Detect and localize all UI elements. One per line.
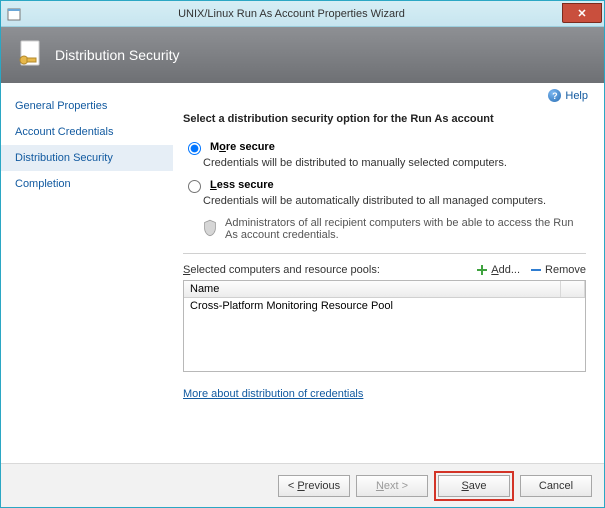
option-more-secure-title: More secure <box>210 141 275 153</box>
divider <box>183 253 586 254</box>
window-title: UNIX/Linux Run As Account Properties Wiz… <box>21 8 562 20</box>
help-label: Help <box>565 90 588 102</box>
add-button[interactable]: Add... <box>476 264 520 276</box>
admin-note-text: Administrators of all recipient computer… <box>225 217 586 241</box>
shield-icon <box>203 217 217 239</box>
nav-panel: General Properties Account Credentials D… <box>1 83 173 463</box>
banner-heading: Distribution Security <box>55 47 180 63</box>
grid-header: Name <box>184 281 585 298</box>
col-spacer <box>561 281 585 297</box>
table-row[interactable]: Cross-Platform Monitoring Resource Pool <box>184 298 585 314</box>
save-button[interactable]: Save <box>438 475 510 497</box>
option-less-secure-title: Less secure <box>210 179 274 191</box>
computers-grid: Name Cross-Platform Monitoring Resource … <box>183 280 586 372</box>
page-icon <box>15 40 45 70</box>
save-highlight: Save <box>434 471 514 501</box>
footer: < Previous Next > Save Cancel <box>1 463 604 507</box>
titlebar: UNIX/Linux Run As Account Properties Wiz… <box>1 1 604 27</box>
wizard-window: UNIX/Linux Run As Account Properties Wiz… <box>0 0 605 508</box>
close-button[interactable]: ✕ <box>562 3 602 23</box>
app-icon <box>7 7 21 21</box>
remove-button[interactable]: Remove <box>530 264 586 276</box>
nav-item-general-properties[interactable]: General Properties <box>1 93 173 119</box>
col-name[interactable]: Name <box>184 281 561 297</box>
list-actions: Add... Remove <box>476 264 586 276</box>
help-icon: ? <box>548 89 561 102</box>
nav-item-completion[interactable]: Completion <box>1 171 173 197</box>
radio-less-secure[interactable] <box>188 180 201 193</box>
help-link[interactable]: ? Help <box>548 89 588 102</box>
nav-item-distribution-security[interactable]: Distribution Security <box>1 145 173 171</box>
more-info-link[interactable]: More about distribution of credentials <box>183 388 363 400</box>
minus-icon <box>530 264 542 276</box>
banner: Distribution Security <box>1 27 604 83</box>
previous-button[interactable]: < Previous <box>278 475 350 497</box>
option-more-secure-desc: Credentials will be distributed to manua… <box>203 157 586 169</box>
cancel-button[interactable]: Cancel <box>520 475 592 497</box>
radio-more-secure[interactable] <box>188 142 201 155</box>
list-header-row: Selected computers and resource pools: A… <box>183 264 586 276</box>
list-label: Selected computers and resource pools: <box>183 264 380 276</box>
plus-icon <box>476 264 488 276</box>
admin-note: Administrators of all recipient computer… <box>203 217 586 241</box>
instruction-text: Select a distribution security option fo… <box>183 113 586 125</box>
content-panel: ? Help Select a distribution security op… <box>173 83 604 463</box>
option-more-secure[interactable]: More secure <box>183 141 586 155</box>
option-less-secure-desc: Credentials will be automatically distri… <box>203 195 586 207</box>
body: General Properties Account Credentials D… <box>1 83 604 463</box>
nav-item-account-credentials[interactable]: Account Credentials <box>1 119 173 145</box>
option-less-secure[interactable]: Less secure <box>183 179 586 193</box>
next-button: Next > <box>356 475 428 497</box>
